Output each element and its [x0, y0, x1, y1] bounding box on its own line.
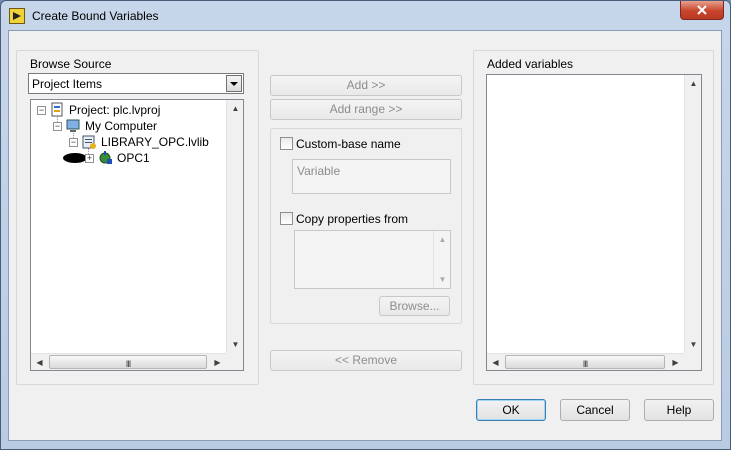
close-button[interactable] — [680, 1, 724, 20]
copy-properties-label: Copy properties from — [296, 212, 409, 226]
tree-item-library[interactable]: − LIBRARY_OPC.lvlib — [31, 134, 231, 150]
tree-item-project[interactable]: − Project: plc.lvproj — [31, 102, 231, 118]
remove-button[interactable]: << Remove — [270, 350, 462, 371]
scroll-left-icon[interactable]: ◀ — [487, 354, 504, 371]
browse-button[interactable]: Browse... — [379, 296, 450, 316]
expand-icon[interactable]: + — [85, 154, 94, 163]
copy-properties-list[interactable]: ▲ ▼ — [294, 230, 451, 289]
tree-item-label: Project: plc.lvproj — [69, 103, 161, 117]
scroll-grip: III — [582, 359, 588, 369]
added-vertical-scrollbar[interactable]: ▲ ▼ — [684, 75, 701, 353]
collapse-icon[interactable]: − — [37, 106, 46, 115]
io-server-icon — [99, 151, 112, 164]
tree-horizontal-scrollbar[interactable]: ◀ III ▶ — [31, 353, 226, 370]
project-tree[interactable]: − Project: plc.lvproj − My Computer − LI… — [30, 99, 244, 371]
browse-source-label: Browse Source — [30, 57, 112, 71]
custom-base-name-value: Variable — [297, 164, 341, 178]
custom-base-name-checkbox[interactable] — [280, 137, 293, 150]
computer-icon — [66, 119, 80, 132]
tree-vertical-scrollbar[interactable]: ▲ ▼ — [226, 100, 243, 353]
add-button[interactable]: Add >> — [270, 75, 462, 96]
window-title: Create Bound Variables — [32, 9, 159, 23]
custom-base-name-label: Custom-base name — [296, 137, 401, 151]
project-icon — [51, 102, 63, 117]
add-range-button[interactable]: Add range >> — [270, 99, 462, 120]
scroll-corner — [226, 353, 243, 370]
library-icon — [82, 135, 96, 149]
options-group — [270, 128, 462, 324]
ok-button[interactable]: OK — [476, 399, 546, 421]
tree-item-label: My Computer — [85, 119, 158, 133]
scroll-thumb[interactable]: III — [49, 355, 207, 369]
browse-source-dropdown[interactable]: Project Items — [28, 73, 244, 94]
scroll-down-icon[interactable]: ▼ — [227, 336, 244, 353]
tree-item-my-computer[interactable]: − My Computer — [31, 118, 231, 134]
added-horizontal-scrollbar[interactable]: ◀ III ▶ — [487, 353, 684, 370]
added-variables-label: Added variables — [487, 57, 574, 71]
scroll-up-icon[interactable]: ▲ — [227, 100, 244, 117]
scroll-right-icon[interactable]: ▶ — [209, 354, 226, 371]
labview-icon — [9, 8, 25, 24]
collapse-icon[interactable]: − — [69, 138, 78, 147]
scroll-down-icon[interactable]: ▼ — [434, 271, 451, 288]
custom-base-name-field[interactable]: Variable — [292, 159, 451, 194]
added-variables-list[interactable]: ▲ ▼ ◀ III ▶ — [486, 74, 702, 371]
dropdown-button[interactable] — [226, 75, 242, 92]
copy-properties-checkbox[interactable] — [280, 212, 293, 225]
help-button[interactable]: Help — [644, 399, 714, 421]
scroll-up-icon[interactable]: ▲ — [434, 231, 451, 248]
chevron-down-icon — [230, 82, 238, 86]
collapse-icon[interactable]: − — [53, 122, 62, 131]
scribble-mark — [63, 153, 87, 163]
tree-item-label: OPC1 — [117, 151, 150, 165]
close-icon — [697, 5, 707, 15]
tree-item-label: LIBRARY_OPC.lvlib — [101, 135, 209, 149]
scroll-grip: III — [125, 359, 131, 369]
cancel-button[interactable]: Cancel — [560, 399, 630, 421]
scroll-up-icon[interactable]: ▲ — [685, 75, 702, 92]
scroll-thumb[interactable]: III — [505, 355, 665, 369]
scroll-left-icon[interactable]: ◀ — [31, 354, 48, 371]
browse-source-selected: Project Items — [32, 77, 103, 91]
scroll-right-icon[interactable]: ▶ — [667, 354, 684, 371]
tree-item-opc1[interactable]: + OPC1 — [31, 150, 231, 166]
copy-properties-scrollbar[interactable]: ▲ ▼ — [433, 231, 450, 288]
title-bar[interactable]: Create Bound Variables — [0, 0, 731, 30]
scroll-corner — [684, 353, 701, 370]
scroll-down-icon[interactable]: ▼ — [685, 336, 702, 353]
